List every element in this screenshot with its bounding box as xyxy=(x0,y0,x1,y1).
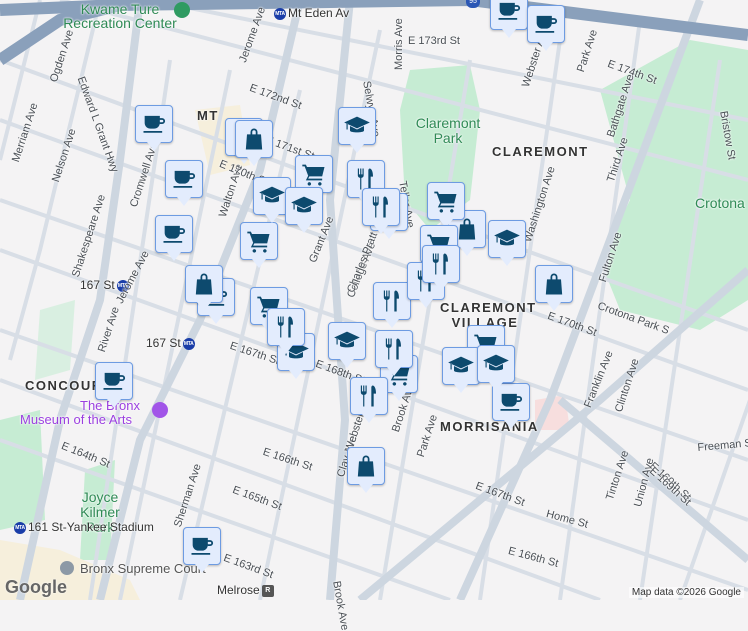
street-label: Morris Ave xyxy=(393,18,405,70)
station-name: Mt Eden Av xyxy=(288,6,350,20)
shopping-icon xyxy=(240,125,268,153)
marker-dining[interactable] xyxy=(422,245,460,291)
courthouse-icon[interactable] xyxy=(60,561,74,575)
marker-school[interactable] xyxy=(488,220,526,266)
station-name: 167 St xyxy=(80,278,115,292)
road-webster-ave xyxy=(325,0,354,600)
dining-icon xyxy=(378,287,406,315)
place-bronx-museum-name-2[interactable]: Museum of the Arts xyxy=(20,412,132,427)
shopping-icon xyxy=(352,452,380,480)
map-attribution[interactable]: Map data ©2026 Google xyxy=(628,587,744,598)
transit-melrose[interactable]: Melrose R xyxy=(217,583,276,597)
marker-shopping[interactable] xyxy=(347,447,385,493)
school-icon xyxy=(482,350,510,378)
subway-icon: MTA xyxy=(274,7,286,20)
neighborhood-morrisania: MORRISANIA xyxy=(440,419,539,434)
marker-coffee[interactable] xyxy=(155,215,193,261)
place-name: Kwame Ture Recreation Center xyxy=(63,1,177,31)
marker-shopping[interactable] xyxy=(185,265,223,311)
coffee-icon xyxy=(188,532,216,560)
marker-school[interactable] xyxy=(285,187,323,233)
google-logo: Google xyxy=(5,577,67,597)
marker-coffee[interactable] xyxy=(165,160,203,206)
museum-icon[interactable] xyxy=(152,402,168,418)
marker-dining[interactable] xyxy=(373,282,411,328)
dining-icon xyxy=(355,382,383,410)
transit-161-st-yankee-stadium[interactable]: MTA 161 St-Yankee Stadium xyxy=(12,520,154,534)
coffee-icon xyxy=(140,110,168,138)
park-crotona: Crotona xyxy=(695,195,745,211)
coffee-icon xyxy=(532,10,560,38)
park-claremont: Claremont Park xyxy=(415,115,481,146)
school-icon xyxy=(447,352,475,380)
transit-167-st-concourse[interactable]: 167 St MTA xyxy=(146,336,197,350)
school-icon xyxy=(258,182,286,210)
grocery-icon xyxy=(300,160,328,188)
school-icon xyxy=(290,192,318,220)
coffee-icon xyxy=(160,220,188,248)
shopping-icon xyxy=(540,270,568,298)
marker-dining[interactable] xyxy=(375,330,413,376)
marker-grocery[interactable] xyxy=(427,182,465,228)
marker-coffee[interactable] xyxy=(183,527,221,573)
transit-mt-eden-av[interactable]: MTA Mt Eden Av xyxy=(272,6,349,20)
marker-dining[interactable] xyxy=(350,377,388,423)
neighborhood-claremont: CLAREMONT xyxy=(492,144,589,159)
recreation-pin-icon[interactable] xyxy=(174,2,190,18)
station-name: 167 St xyxy=(146,336,181,350)
dining-icon xyxy=(367,193,395,221)
station-name: Melrose xyxy=(217,583,260,597)
station-name: 161 St-Yankee Stadium xyxy=(28,520,154,534)
coffee-icon xyxy=(170,165,198,193)
dining-icon xyxy=(427,250,455,278)
shopping-icon xyxy=(190,270,218,298)
marker-school[interactable] xyxy=(477,345,515,391)
marker-coffee[interactable] xyxy=(135,105,173,151)
dining-icon xyxy=(272,313,300,341)
marker-shopping[interactable] xyxy=(235,120,273,166)
neighborhood-mt-eden: MT xyxy=(197,108,219,123)
dining-icon xyxy=(380,335,408,363)
school-icon xyxy=(333,327,361,355)
rail-icon: R xyxy=(261,584,274,597)
marker-school[interactable] xyxy=(328,322,366,368)
marker-coffee[interactable] xyxy=(95,362,133,408)
place-kwame-ture-recreation-center[interactable]: Kwame Ture Recreation Center xyxy=(60,2,180,30)
school-icon xyxy=(343,112,371,140)
grocery-icon xyxy=(432,187,460,215)
marker-coffee[interactable] xyxy=(490,0,528,38)
marker-dining[interactable] xyxy=(362,188,400,234)
grocery-icon xyxy=(245,227,273,255)
school-icon xyxy=(493,225,521,253)
marker-school[interactable] xyxy=(338,107,376,153)
coffee-icon xyxy=(100,367,128,395)
marker-school[interactable] xyxy=(442,347,480,393)
coffee-icon xyxy=(495,0,523,25)
marker-coffee[interactable] xyxy=(527,5,565,51)
marker-dining[interactable] xyxy=(267,308,305,354)
marker-shopping[interactable] xyxy=(535,265,573,311)
subway-icon: MTA xyxy=(182,337,195,350)
marker-grocery[interactable] xyxy=(240,222,278,268)
subway-icon: MTA xyxy=(14,521,26,534)
coffee-icon xyxy=(497,388,525,416)
street-label: E 173rd St xyxy=(408,35,460,47)
